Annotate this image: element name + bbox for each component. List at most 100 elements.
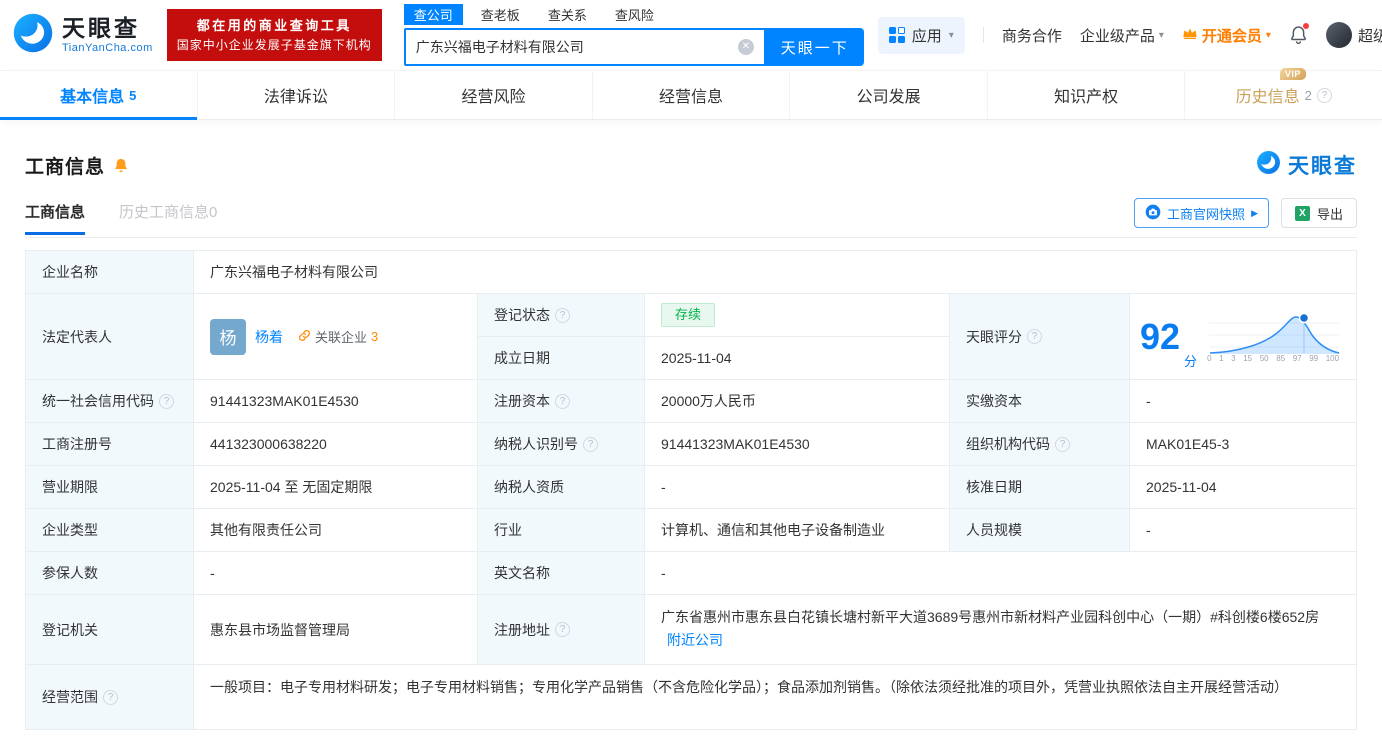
taxpayer-quality-value-cell: - [645,466,950,509]
help-icon[interactable]: ? [1027,329,1042,344]
tab-operating-info[interactable]: 经营信息 [593,71,791,119]
score-distribution-chart: 0131550859799100 [1207,310,1341,363]
reg-address-label-cell: 注册地址 ? [478,595,645,665]
excel-icon: X [1295,206,1310,221]
tab-company-development-label: 公司发展 [857,83,921,107]
reg-status-value-cell: 存续 [645,294,950,337]
company-name-value-cell: 广东兴福电子材料有限公司 [194,251,1356,294]
tianyancha-logo-icon [12,12,54,59]
tab-operating-risk[interactable]: 经营风险 [395,71,593,119]
promo-banner[interactable]: 都在用的商业查询工具 国家中小企业发展子基金旗下机构 [167,9,382,62]
tab-basic-info[interactable]: 基本信息 5 [0,71,198,119]
english-name-label-cell: 英文名称 [478,552,645,595]
search-tab-relation[interactable]: 查关系 [538,4,597,25]
reg-status-label-cell: 登记状态 ? [478,294,645,337]
export-button[interactable]: X 导出 [1281,198,1357,228]
related-companies-link[interactable]: 关联企业 3 [298,327,378,346]
related-companies-count: 3 [371,329,378,344]
help-icon[interactable]: ? [583,437,598,452]
enterprise-products-link[interactable]: 企业级产品 ▾ [1080,25,1164,46]
legal-rep-avatar[interactable]: 杨 [210,319,246,355]
insured-staff-value-cell: - [194,552,478,595]
help-icon[interactable]: ? [555,622,570,637]
table-row: 法定代表人 杨 杨着 关联企业 3 登记状态 ? 存续 成 [26,294,1356,380]
subtab-actions: 工商官网快照 ▶ X 导出 [1134,198,1357,237]
brand-name-cn: 天眼查 [62,15,153,41]
apps-label: 应用 [912,25,942,46]
reg-capital-label-cell: 注册资本 ? [478,380,645,423]
nearby-companies-link[interactable]: 附近公司 [667,632,723,648]
business-cooperation-link[interactable]: 商务合作 [1002,25,1062,46]
org-code-value-cell: MAK01E45-3 [1130,423,1356,466]
reg-authority-label-cell: 登记机关 [26,595,194,665]
open-membership-link[interactable]: 开通会员 ▾ [1182,25,1271,46]
tianyancha-logo[interactable]: 天眼查 TianYanCha.com [12,12,153,59]
score-number: 92 [1140,319,1180,355]
tab-legal-proceedings[interactable]: 法律诉讼 [198,71,396,119]
paid-capital-value-cell: - [1130,380,1356,423]
section-title: 工商信息 [25,152,105,179]
business-term-value-cell: 2025-11-04 至 无固定期限 [194,466,478,509]
open-membership-label: 开通会员 [1202,25,1262,46]
taxpayer-id-value-cell: 91441323MAK01E4530 [645,423,950,466]
help-icon[interactable]: ? [103,690,118,705]
table-row: 工商注册号 441323000638220 纳税人识别号 ? 91441323M… [26,423,1356,466]
promo-line1: 都在用的商业查询工具 [177,16,372,36]
chart-axis-ticks: 0131550859799100 [1207,354,1339,363]
tab-intellectual-property[interactable]: 知识产权 [988,71,1186,119]
establish-date-label-cell: 成立日期 [478,337,645,380]
legal-rep-name-link[interactable]: 杨着 [255,327,283,347]
subscribe-bell-icon[interactable] [113,157,129,174]
industry-value-cell: 计算机、通信和其他电子设备制造业 [645,509,950,552]
search-tab-company[interactable]: 查公司 [404,4,463,25]
help-icon[interactable]: ? [1317,88,1332,103]
search-tab-boss[interactable]: 查老板 [471,4,530,25]
score-unit: 分 [1184,351,1197,370]
staff-size-value-cell: - [1130,509,1356,552]
search-tab-risk[interactable]: 查风险 [605,4,664,25]
clear-search-icon[interactable]: ✕ [738,39,754,55]
table-row: 参保人数 - 英文名称 - [26,552,1356,595]
official-snapshot-button[interactable]: 工商官网快照 ▶ [1134,198,1269,228]
staff-size-label-cell: 人员规模 [950,509,1130,552]
tab-operating-risk-label: 经营风险 [461,83,525,107]
subtab-history-business-info[interactable]: 历史工商信息0 [119,201,217,235]
search-button[interactable]: 天眼一下 [766,28,864,66]
reg-number-value-cell: 441323000638220 [194,423,478,466]
org-code-label-cell: 组织机构代码 ? [950,423,1130,466]
credit-code-value-cell: 91441323MAK01E4530 [194,380,478,423]
section-header: 工商信息 天眼查 [25,150,1357,180]
nav-divider [983,27,984,43]
search-tabs: 查公司 查老板 查关系 查风险 [404,4,864,25]
status-badge: 存续 [661,303,715,328]
legal-rep-label-cell: 法定代表人 [26,294,194,380]
tab-history-info[interactable]: VIP 历史信息 2 ? [1185,71,1382,119]
export-label: 导出 [1317,204,1343,223]
english-name-value-cell: - [645,552,1356,595]
camera-icon [1145,204,1161,223]
table-row: 营业期限 2025-11-04 至 无固定期限 纳税人资质 - 核准日期 202… [26,466,1356,509]
legal-rep-value-cell: 杨 杨着 关联企业 3 [194,294,478,380]
chevron-down-icon: ▾ [949,30,954,41]
table-row: 企业类型 其他有限责任公司 行业 计算机、通信和其他电子设备制造业 人员规模 - [26,509,1356,552]
help-icon[interactable]: ? [1055,437,1070,452]
notification-bell-icon[interactable] [1289,25,1308,45]
registration-info-table: 企业名称 广东兴福电子材料有限公司 法定代表人 杨 杨着 关联企业 3 登记状态 [25,250,1357,730]
apps-menu-button[interactable]: 应用 ▾ [878,17,965,54]
score-value-cell[interactable]: 92 分 0131550859799100 [1130,294,1356,380]
tab-company-development[interactable]: 公司发展 [790,71,988,119]
tab-intellectual-property-label: 知识产权 [1054,83,1118,107]
subtab-business-info[interactable]: 工商信息 [25,201,85,235]
help-icon[interactable]: ? [159,394,174,409]
user-account-menu[interactable]: 超级... ⌄ [1326,22,1382,48]
user-avatar [1326,22,1352,48]
search-area: 查公司 查老板 查关系 查风险 ✕ 天眼一下 [404,4,864,66]
main-content: 工商信息 天眼查 工商信息 历史工商信息0 工商官网快照 ▶ [0,150,1382,730]
help-icon[interactable]: ? [555,394,570,409]
help-icon[interactable]: ? [555,308,570,323]
user-name: 超级... [1358,25,1382,46]
chevron-down-icon: ▾ [1266,30,1271,41]
arrow-right-icon: ▶ [1251,208,1258,219]
search-input[interactable] [406,39,738,55]
company-section-tabs: 基本信息 5 法律诉讼 经营风险 经营信息 公司发展 知识产权 VIP 历史信息… [0,70,1382,120]
